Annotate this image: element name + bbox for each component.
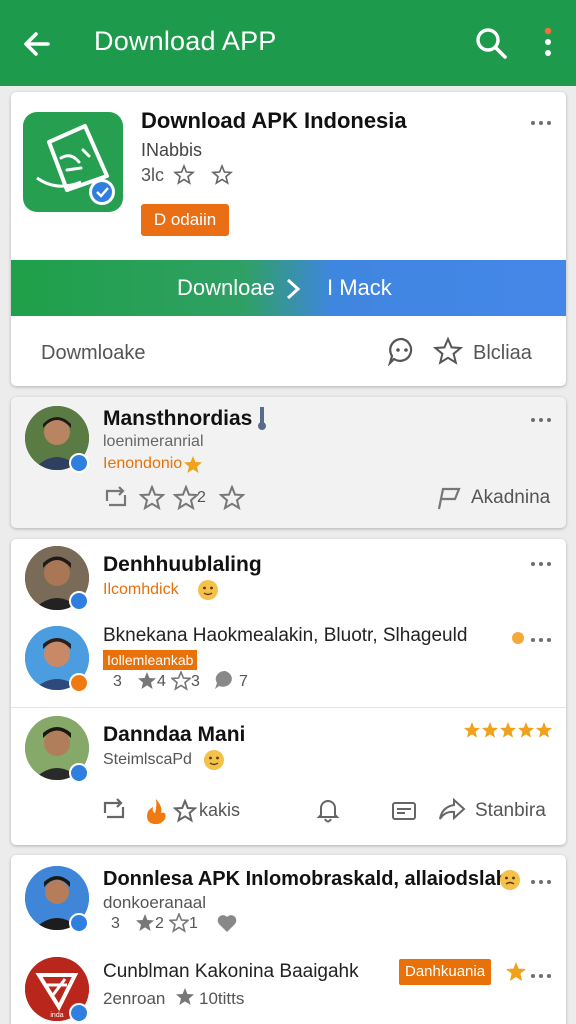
post-tag: Ilcomhdick bbox=[103, 581, 179, 598]
download-button-label[interactable]: Downloae bbox=[177, 275, 275, 301]
heart-icon[interactable] bbox=[215, 911, 239, 935]
post-more-icon[interactable] bbox=[529, 635, 555, 645]
comment-icon[interactable] bbox=[387, 336, 417, 366]
app-more-icon[interactable] bbox=[529, 118, 555, 128]
stat-value: 3 bbox=[111, 915, 120, 932]
verified-badge-icon bbox=[69, 913, 89, 933]
post-tag: Iollemleankab bbox=[103, 650, 198, 670]
verified-badge-icon bbox=[69, 763, 89, 783]
post-action-label[interactable]: Stanbira bbox=[475, 800, 546, 822]
post-action-label[interactable]: kakis bbox=[199, 800, 240, 821]
star-outline-icon[interactable] bbox=[139, 485, 165, 511]
comment-icon[interactable] bbox=[213, 669, 237, 691]
pin-icon bbox=[258, 407, 266, 430]
post-card-2: Denhhuublaling Ilcomhdick Bknekana Haokm… bbox=[11, 539, 566, 845]
divider bbox=[11, 707, 566, 708]
card-icon[interactable] bbox=[391, 801, 417, 821]
post-meta: 2enroan bbox=[103, 989, 166, 1008]
stat-value: 2 bbox=[155, 915, 164, 932]
emoji-icon bbox=[512, 632, 524, 644]
app-status-button[interactable]: D odaiin bbox=[141, 204, 229, 236]
post-card-3: Donnlesa APK Inlomobraskald, allaiodslah… bbox=[11, 855, 566, 1024]
post-tag: Ienondonio bbox=[103, 455, 183, 472]
stat-value: 10titts bbox=[199, 989, 245, 1008]
verified-badge-icon bbox=[69, 453, 89, 473]
star-filled-icon bbox=[506, 962, 526, 981]
status-badge-icon bbox=[69, 673, 89, 693]
post-author: Donnlesa APK Inlomobraskald, allaiodslah bbox=[103, 868, 508, 890]
star-outline-icon[interactable] bbox=[433, 336, 463, 366]
star-outline-icon[interactable] bbox=[173, 485, 199, 511]
stat-value: 1 bbox=[189, 915, 198, 932]
repost-icon[interactable] bbox=[101, 485, 131, 511]
star-filled-icon bbox=[138, 672, 156, 689]
emoji-icon bbox=[198, 580, 218, 600]
stat-value: 4 bbox=[157, 673, 166, 690]
star-outline-icon[interactable] bbox=[219, 485, 245, 511]
app-developer: INabbis bbox=[141, 140, 203, 160]
post-author: Danndaa Mani bbox=[103, 723, 246, 746]
save-label[interactable]: Blcliaa bbox=[473, 342, 532, 365]
post-meta: donkoeranaal bbox=[103, 893, 207, 912]
star-outline-icon bbox=[169, 913, 189, 933]
app-logo-icon bbox=[23, 112, 123, 212]
star-filled-icon bbox=[176, 988, 194, 1005]
post-action[interactable]: Akadnina bbox=[471, 487, 550, 509]
post-count: 2 bbox=[197, 489, 206, 506]
app-name: Download APK Indonesia bbox=[141, 108, 407, 133]
post-author: Cunblman Kakonina Baaigahk bbox=[103, 961, 359, 982]
download-bar[interactable]: Downloae I Mack bbox=[11, 260, 566, 316]
fire-icon[interactable] bbox=[143, 797, 169, 825]
star-outline-icon[interactable] bbox=[173, 799, 197, 823]
post-meta: SteimlscaPd bbox=[103, 751, 192, 768]
post-more-icon[interactable] bbox=[529, 877, 555, 887]
flag-icon[interactable] bbox=[435, 485, 463, 511]
app-rating-text: 3lc bbox=[141, 165, 165, 185]
post-author: Denhhuublaling bbox=[103, 553, 262, 576]
stat-value: 3 bbox=[113, 673, 122, 690]
search-icon[interactable] bbox=[472, 24, 512, 64]
post-meta: loenimeranrial bbox=[103, 433, 204, 450]
app-card: Download APK Indonesia INabbis 3lc D oda… bbox=[11, 92, 566, 386]
svg-text:inda: inda bbox=[50, 1012, 63, 1019]
post-author: Mansthnordias bbox=[103, 407, 253, 430]
emoji-icon bbox=[500, 870, 520, 890]
more-vert-icon[interactable] bbox=[538, 26, 558, 60]
verified-badge-icon bbox=[69, 1003, 89, 1023]
rating-stars-icon bbox=[464, 722, 552, 738]
chevron-right-icon bbox=[286, 278, 301, 300]
star-outline-icon bbox=[136, 914, 154, 931]
rating-stars-icon bbox=[173, 164, 233, 185]
downloads-label: Dowmloake bbox=[41, 342, 146, 364]
post-more-icon[interactable] bbox=[529, 971, 555, 981]
mark-button-label[interactable]: I Mack bbox=[327, 275, 392, 301]
repost-icon[interactable] bbox=[99, 797, 129, 823]
arrow-left-icon[interactable] bbox=[18, 24, 58, 64]
post-more-icon[interactable] bbox=[529, 415, 555, 425]
star-outline-icon bbox=[171, 671, 191, 691]
verified-badge-icon bbox=[69, 591, 89, 611]
post-tag: Danhkuania bbox=[399, 959, 492, 985]
post-author: Bknekana Haokmealakin, Bluotr, Slhageuld bbox=[103, 625, 468, 646]
stat-value: 3 bbox=[191, 673, 200, 690]
post-card-1: Mansthnordias loenimeranrial Ienondonio … bbox=[11, 397, 566, 528]
post-more-icon[interactable] bbox=[529, 559, 555, 569]
stat-value: 7 bbox=[239, 673, 248, 690]
share-icon[interactable] bbox=[437, 797, 467, 823]
emoji-icon bbox=[204, 750, 224, 770]
star-filled-icon bbox=[184, 456, 202, 473]
page-title: Download APP bbox=[94, 26, 277, 56]
bell-icon[interactable] bbox=[315, 797, 341, 825]
app-bar: Download APP bbox=[0, 0, 576, 86]
